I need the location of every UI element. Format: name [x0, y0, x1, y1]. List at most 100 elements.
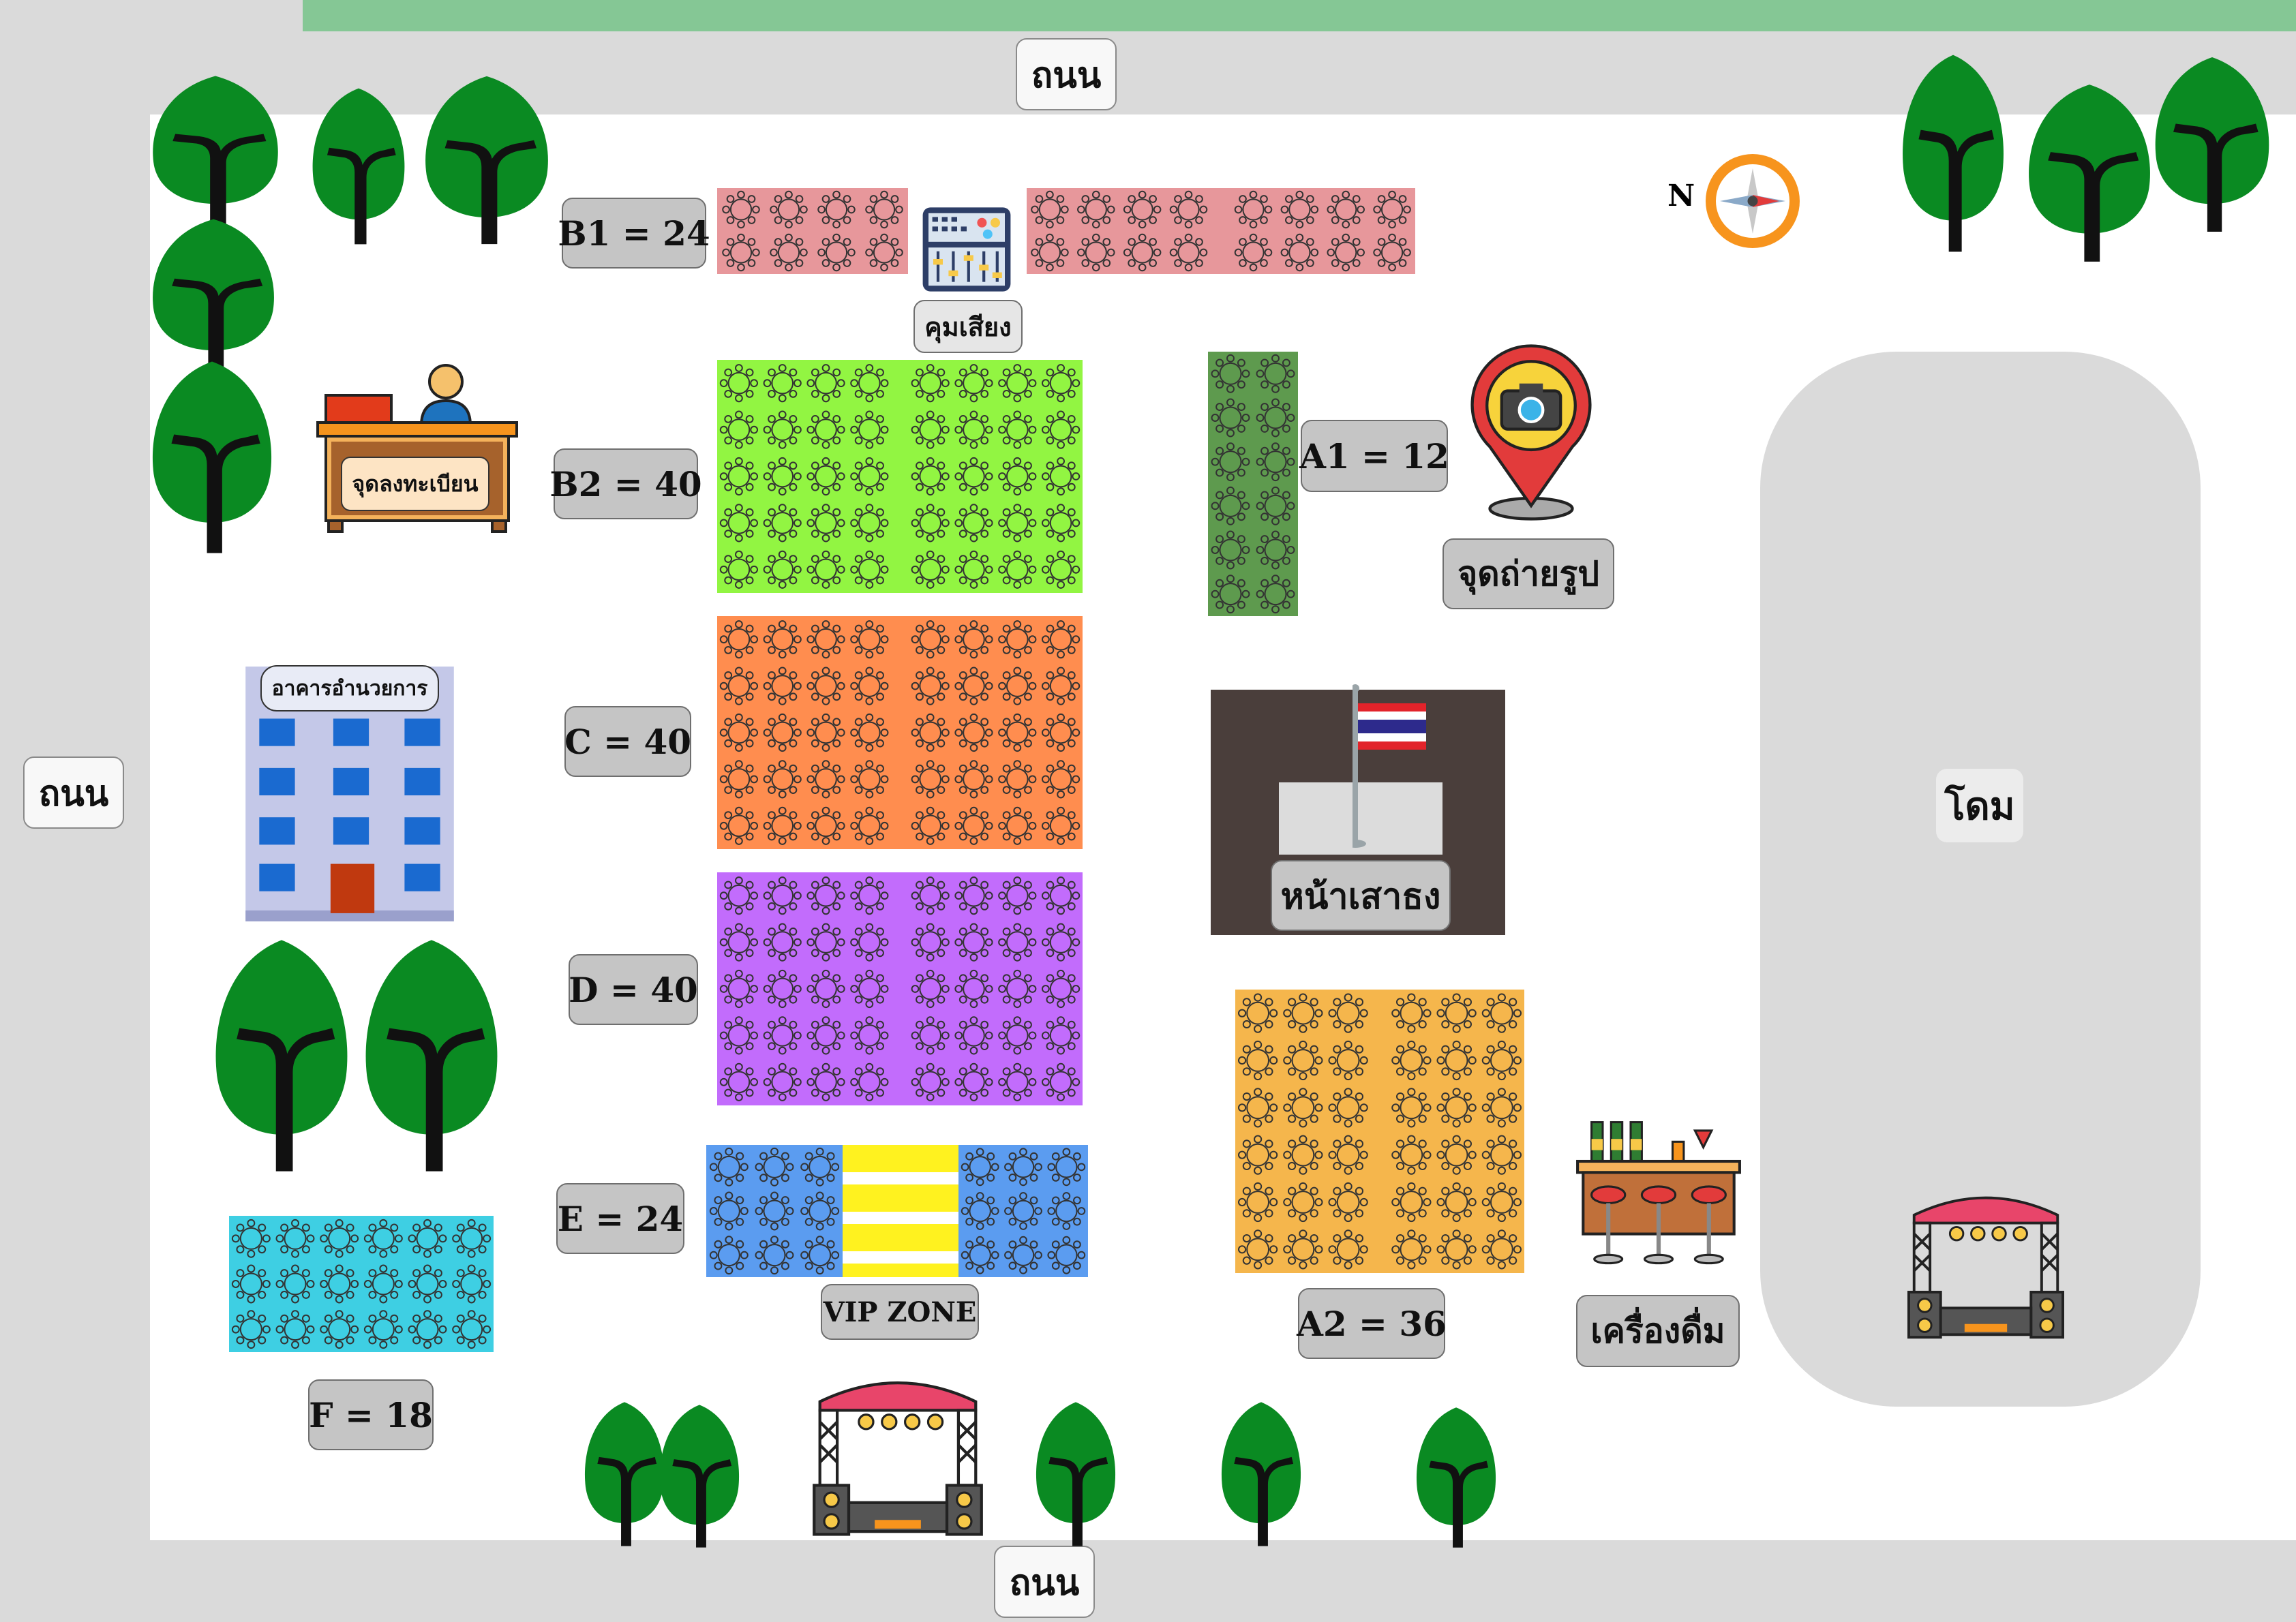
seat-table-icon	[806, 504, 845, 542]
seat-table-icon	[719, 713, 759, 752]
seat-table-icon	[911, 806, 950, 845]
seat-table-icon	[998, 410, 1037, 449]
seat-table-icon	[850, 457, 889, 496]
seat-table-icon	[763, 760, 802, 799]
seat-table-icon	[1041, 1062, 1081, 1101]
seat-table-icon	[719, 1062, 759, 1101]
seat-table-icon	[763, 876, 802, 915]
seat-table-icon	[806, 760, 845, 799]
seat-table-icon	[911, 876, 950, 915]
seat-table-icon	[1237, 993, 1278, 1033]
registration-desk-icon	[315, 341, 519, 542]
seat-table-icon	[800, 1147, 840, 1187]
seat-table-icon	[1391, 993, 1432, 1033]
seat-table-icon	[1481, 1229, 1522, 1270]
seat-table-icon	[806, 364, 845, 403]
seat-table-icon	[954, 969, 993, 1009]
seat-table-icon	[806, 667, 845, 705]
seat-table-icon	[275, 1219, 315, 1258]
seat-table-icon	[1391, 1135, 1432, 1175]
tree-icon	[361, 936, 502, 1175]
seat-table-icon	[1283, 993, 1323, 1033]
seat-table-icon	[1280, 190, 1319, 229]
zone-e-left[interactable]	[706, 1145, 843, 1277]
seat-table-icon	[998, 806, 1037, 845]
seat-table-icon	[1041, 457, 1081, 496]
seat-table-icon	[1004, 1192, 1042, 1230]
zone-c[interactable]	[717, 616, 1083, 849]
seat-table-icon	[954, 550, 993, 589]
seat-table-icon	[806, 620, 845, 659]
seat-table-icon	[770, 233, 808, 272]
seat-table-icon	[363, 1310, 403, 1349]
seat-table-icon	[911, 550, 950, 589]
seat-table-icon	[911, 667, 950, 705]
seat-table-icon	[719, 457, 759, 496]
zone-b2-label: B2 = 40	[549, 448, 702, 519]
seat-table-icon	[1077, 190, 1115, 229]
seat-table-icon	[1041, 550, 1081, 589]
zone-b1-left[interactable]	[717, 188, 908, 274]
seat-table-icon	[911, 457, 950, 496]
seat-table-icon	[763, 457, 802, 496]
seat-table-icon	[998, 667, 1037, 705]
zone-d-label: D = 40	[569, 954, 698, 1025]
zone-f[interactable]	[229, 1216, 494, 1352]
seat-table-icon	[998, 876, 1037, 915]
zone-b1-right[interactable]	[1027, 188, 1415, 274]
seat-table-icon	[719, 876, 759, 915]
seat-table-icon	[1211, 354, 1250, 393]
seat-table-icon	[1237, 1182, 1278, 1223]
zone-b2[interactable]	[717, 360, 1083, 593]
flagpole-label: หน้าเสาธง	[1271, 860, 1451, 931]
seat-table-icon	[1047, 1236, 1086, 1274]
seat-table-icon	[961, 1192, 999, 1230]
seat-table-icon	[961, 1148, 999, 1187]
seat-table-icon	[320, 1264, 359, 1304]
seat-table-icon	[1211, 530, 1250, 570]
tree-icon	[582, 1400, 667, 1548]
seat-table-icon	[1041, 923, 1081, 962]
seat-table-icon	[817, 233, 856, 272]
seat-table-icon	[1391, 1040, 1432, 1081]
seat-table-icon	[709, 1236, 749, 1275]
seat-table-icon	[998, 1016, 1037, 1055]
seat-table-icon	[231, 1219, 271, 1258]
seat-table-icon	[850, 1062, 889, 1101]
seat-table-icon	[911, 713, 950, 752]
seat-table-icon	[806, 410, 845, 449]
seat-table-icon	[1211, 575, 1250, 614]
seat-table-icon	[1047, 1148, 1086, 1187]
zone-a1[interactable]	[1208, 352, 1298, 616]
seat-table-icon	[1256, 530, 1295, 570]
seat-table-icon	[320, 1219, 359, 1258]
seat-table-icon	[1327, 233, 1365, 272]
zone-a2[interactable]	[1235, 990, 1524, 1273]
tree-icon	[1899, 52, 2007, 255]
seat-table-icon	[1280, 233, 1319, 272]
seat-table-icon	[954, 1016, 993, 1055]
zone-d[interactable]	[717, 872, 1083, 1105]
seat-table-icon	[954, 457, 993, 496]
seat-table-icon	[719, 667, 759, 705]
seat-table-icon	[806, 969, 845, 1009]
zone-e-right[interactable]	[958, 1145, 1088, 1277]
seat-table-icon	[806, 923, 845, 962]
seat-table-icon	[719, 410, 759, 449]
seat-table-icon	[1373, 190, 1411, 229]
seat-table-icon	[850, 760, 889, 799]
seat-table-icon	[850, 667, 889, 705]
seat-table-icon	[755, 1147, 794, 1187]
seat-table-icon	[850, 969, 889, 1009]
seat-table-icon	[1256, 442, 1295, 482]
compass-north-letter: N	[1667, 179, 1695, 213]
seat-table-icon	[719, 806, 759, 845]
seat-table-icon	[1256, 486, 1295, 525]
seat-table-icon	[722, 233, 760, 272]
seat-table-icon	[1256, 398, 1295, 438]
seat-table-icon	[1328, 1182, 1368, 1223]
seat-table-icon	[1256, 354, 1295, 393]
seat-table-icon	[911, 1016, 950, 1055]
zone-f-label: F = 18	[308, 1379, 434, 1450]
seat-table-icon	[1047, 1192, 1086, 1230]
